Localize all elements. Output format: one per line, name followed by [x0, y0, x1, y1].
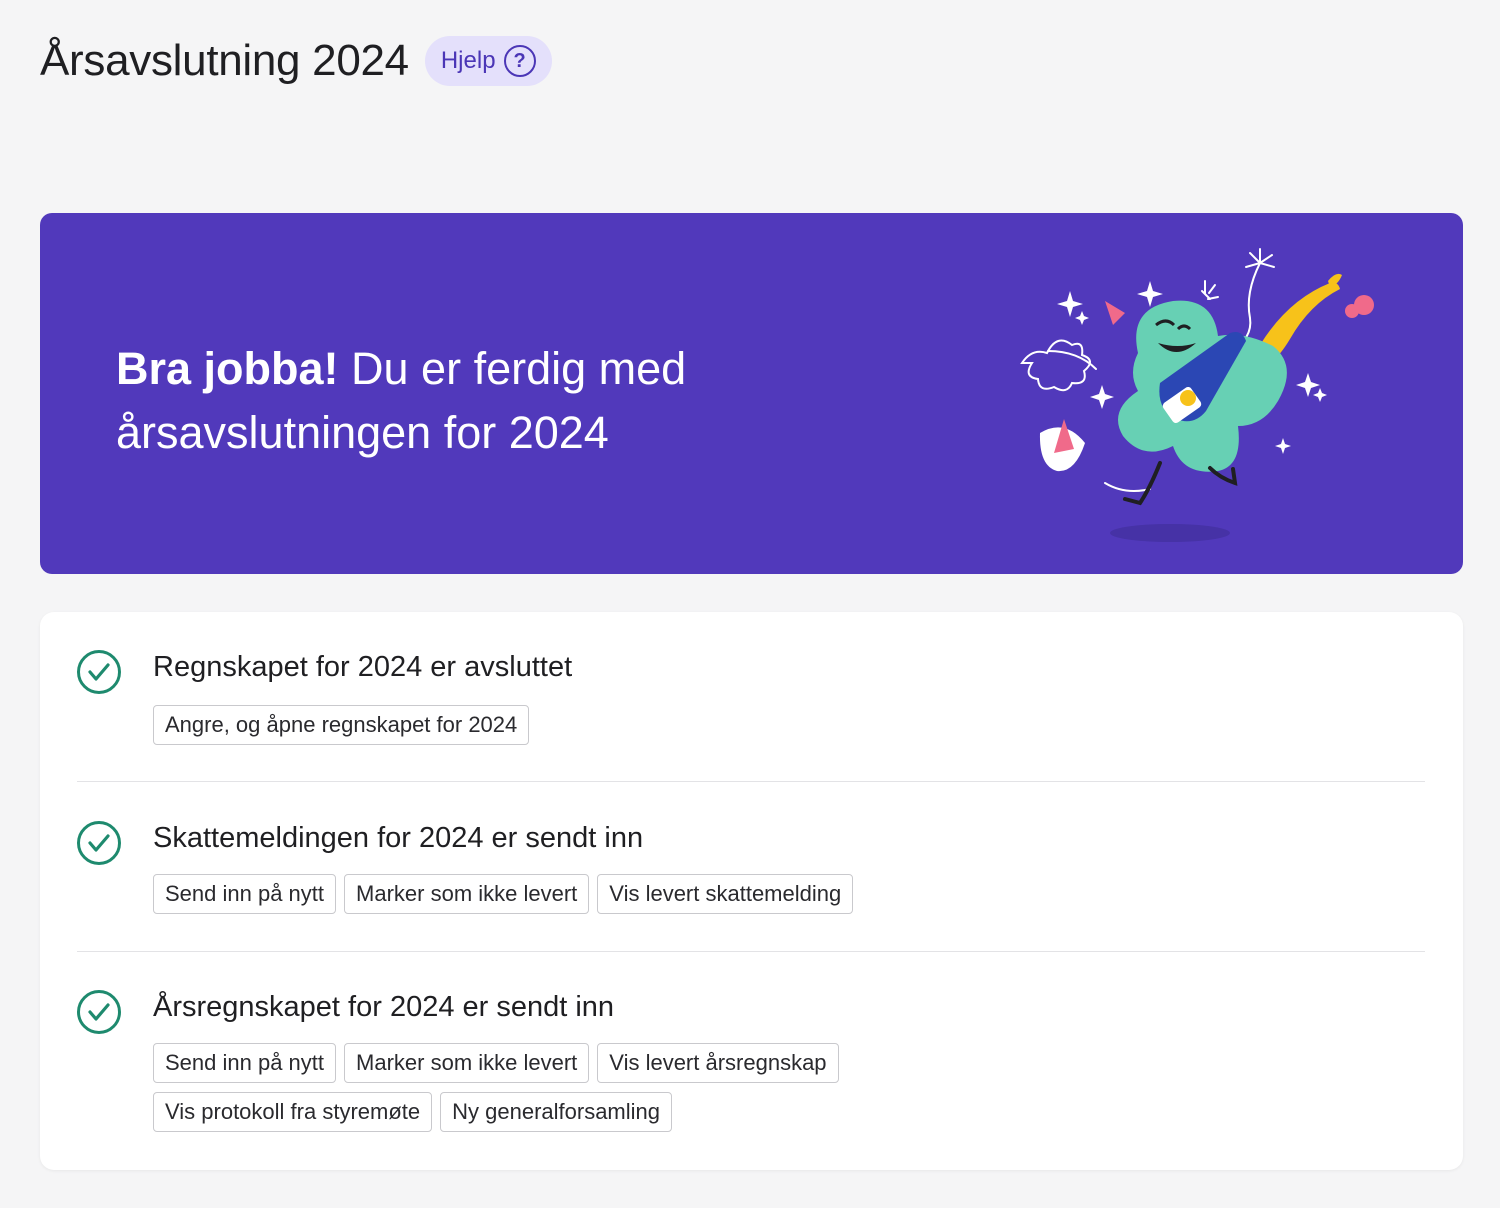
mark-not-delivered-button[interactable]: Marker som ikke levert: [344, 874, 590, 914]
status-title: Årsregnskapet for 2024 er sendt inn: [153, 991, 615, 1023]
banner-title-bold: Bra jobba!: [116, 343, 339, 394]
check-circle-icon: [77, 821, 121, 865]
view-annual-accounts-button[interactable]: Vis levert årsregnskap: [597, 1043, 839, 1083]
action-buttons: Send inn på nytt Marker som ikke levert …: [153, 874, 854, 914]
check-circle-icon: [77, 650, 121, 694]
completion-banner: Bra jobba! Du er ferdig med årsavslutnin…: [40, 213, 1463, 574]
status-card: Regnskapet for 2024 er avsluttet Angre, …: [40, 612, 1463, 1170]
divider: [77, 951, 1425, 952]
resubmit-button[interactable]: Send inn på nytt: [153, 874, 337, 914]
view-board-minutes-button[interactable]: Vis protokoll fra styremøte: [153, 1092, 433, 1132]
action-buttons: Send inn på nytt Marker som ikke levert …: [153, 1043, 839, 1083]
help-label: Hjelp: [440, 47, 496, 74]
new-general-meeting-button[interactable]: Ny generalforsamling: [440, 1092, 672, 1132]
question-circle-icon: ?: [503, 45, 536, 77]
page-title: Årsavslutning 2024: [40, 36, 409, 85]
check-circle-icon: [77, 990, 121, 1034]
resubmit-button[interactable]: Send inn på nytt: [153, 1043, 337, 1083]
mark-not-delivered-button[interactable]: Marker som ikke levert: [344, 1043, 590, 1083]
help-button[interactable]: Hjelp ?: [424, 36, 552, 86]
view-tax-return-button[interactable]: Vis levert skattemelding: [597, 874, 854, 914]
page-header: Årsavslutning 2024 Hjelp ?: [40, 34, 552, 88]
action-buttons-row2: Vis protokoll fra styremøte Ny generalfo…: [153, 1092, 672, 1132]
divider: [77, 781, 1425, 782]
status-title: Regnskapet for 2024 er avsluttet: [153, 651, 573, 683]
celebration-illustration: [1020, 248, 1374, 542]
reopen-accounting-button[interactable]: Angre, og åpne regnskapet for 2024: [153, 705, 530, 745]
banner-message: Bra jobba! Du er ferdig med årsavslutnin…: [116, 337, 756, 465]
action-buttons: Angre, og åpne regnskapet for 2024: [153, 705, 530, 745]
status-title: Skattemeldingen for 2024 er sendt inn: [153, 822, 644, 854]
page: Årsavslutning 2024 Hjelp ? Bra jobba! Du…: [0, 0, 1500, 1208]
